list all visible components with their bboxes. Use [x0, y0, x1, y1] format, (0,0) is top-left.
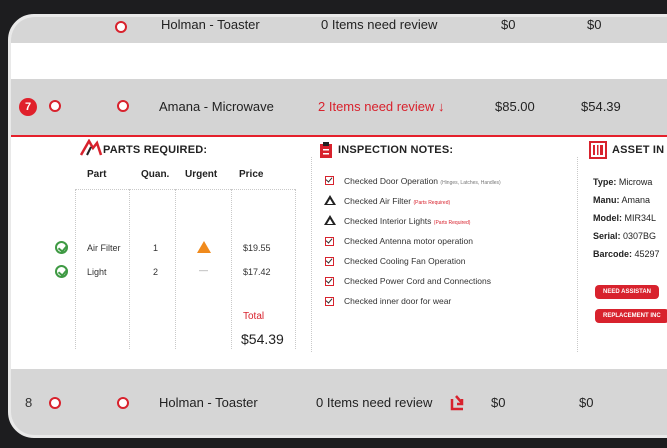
price-value: $0: [491, 395, 506, 410]
expand-icon[interactable]: [449, 393, 467, 411]
product-name: Amana - Microwave: [159, 99, 274, 114]
row-detail-panel: PARTS REQUIRED: Part Quan. Urgent Price …: [11, 137, 667, 369]
check-circle-icon: [55, 241, 68, 254]
divider: [577, 157, 578, 352]
parts-logo-icon: [79, 139, 103, 156]
price-value: $0: [501, 17, 516, 32]
asset-barcode: Barcode: 45297: [593, 249, 660, 259]
inspection-note: Checked Cooling Fan Operation: [344, 256, 466, 266]
inspection-note: Checked inner door for wear: [344, 296, 452, 306]
col-header-quantity: Quan.: [141, 169, 170, 180]
product-name: Holman - Toaster: [159, 395, 258, 410]
cost-value: $0: [579, 395, 594, 410]
total-value: $54.39: [241, 331, 284, 347]
warning-triangle-icon: [324, 215, 336, 225]
part-quantity: 2: [153, 267, 159, 277]
row-option-radio[interactable]: [117, 397, 129, 409]
checkbox-icon: [325, 257, 334, 266]
urgent-none: —: [199, 265, 208, 275]
divider: [129, 189, 130, 349]
warning-icon: [197, 241, 211, 253]
checkbox-icon: [325, 237, 334, 246]
need-assistance-button[interactable]: NEED ASSISTAN: [595, 285, 660, 299]
divider: [311, 157, 312, 352]
divider: [295, 189, 296, 349]
total-label: Total: [243, 311, 265, 322]
asset-barcode-icon: [589, 141, 607, 159]
divider: [231, 189, 232, 349]
checkbox-icon: [325, 277, 334, 286]
row-select-radio[interactable]: [49, 397, 61, 409]
asset-title: ASSET IN: [612, 144, 665, 156]
checkbox-icon: [325, 297, 334, 306]
row-select-radio[interactable]: [115, 21, 127, 33]
part-name: Air Filter: [87, 243, 121, 253]
divider: [75, 189, 295, 190]
table-frame: Holman - Toaster 0 Items need review $0 …: [8, 14, 667, 438]
col-header-part: Part: [87, 169, 107, 180]
clipboard-icon: [320, 142, 332, 158]
down-arrow-icon: ↓: [437, 99, 445, 114]
review-status[interactable]: 0 Items need review: [316, 395, 432, 410]
cost-value: $54.39: [581, 99, 621, 114]
checkbox-icon: [325, 176, 334, 185]
product-name: Holman - Toaster: [161, 17, 260, 32]
parts-title: PARTS REQUIRED:: [103, 144, 208, 156]
asset-serial: Serial: 0307BG: [593, 231, 657, 241]
review-status[interactable]: 0 Items need review: [321, 17, 437, 32]
replacement-button[interactable]: REPLACEMENT INC: [595, 309, 667, 323]
inspection-note: Checked Interior Lights (Parts Required): [344, 216, 471, 226]
divider: [175, 189, 176, 349]
table-row-expanded[interactable]: 7 Amana - Microwave 2 Items need review …: [11, 79, 667, 137]
part-price: $19.55: [243, 243, 271, 253]
price-value: $85.00: [495, 99, 535, 114]
col-header-urgent: Urgent: [185, 169, 218, 180]
col-header-price: Price: [239, 169, 264, 180]
part-price: $17.42: [243, 267, 271, 277]
warning-triangle-icon: [324, 195, 336, 205]
asset-model: Model: MIR34L: [593, 213, 657, 223]
row-select-radio[interactable]: [49, 100, 61, 112]
part-name: Light: [87, 267, 107, 277]
row-option-radio[interactable]: [117, 100, 129, 112]
cost-value: $0: [587, 17, 602, 32]
inspection-title: INSPECTION NOTES:: [338, 144, 454, 156]
check-circle-icon: [55, 265, 68, 278]
inspection-note: Checked Door Operation (Hinges, Latches,…: [344, 176, 501, 186]
row-number-badge: 7: [19, 98, 37, 116]
row-number: 8: [25, 395, 33, 410]
inspection-note: Checked Air Filter (Parts Required): [344, 196, 451, 206]
part-quantity: 1: [153, 243, 159, 253]
table-row[interactable]: Holman - Toaster 0 Items need review $0 …: [11, 17, 667, 43]
asset-type: Type: Microwa: [593, 177, 653, 187]
review-status[interactable]: 2 Items need review ↓: [318, 99, 444, 114]
inspection-note: Checked Power Cord and Connections: [344, 276, 491, 286]
asset-manufacturer: Manu: Amana: [593, 195, 651, 205]
divider: [75, 189, 76, 349]
inspection-note: Checked Antenna motor operation: [344, 236, 474, 246]
table-row[interactable]: 8 Holman - Toaster 0 Items need review $…: [11, 369, 667, 435]
